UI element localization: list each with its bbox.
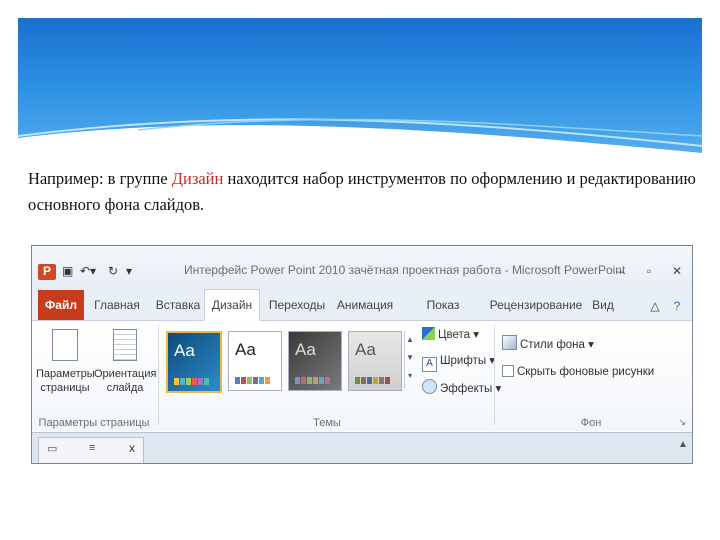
ribbon-tabs: Файл Главная Вставка Дизайн Переходы Ани… <box>32 289 692 342</box>
page-setup-icon <box>52 329 78 361</box>
tab-file[interactable]: Файл <box>38 290 84 320</box>
themes-group-label: Темы <box>313 417 341 429</box>
slide-banner <box>18 18 702 168</box>
collapse-ribbon-icon[interactable]: △ <box>646 298 664 314</box>
banner-swoosh <box>18 118 702 168</box>
tab-view[interactable]: Вид <box>588 290 618 320</box>
effects-label: Эффекты <box>440 383 493 395</box>
close-pane-button[interactable]: x <box>129 441 135 455</box>
customize-toolbar-icon[interactable]: ▾ <box>126 264 132 280</box>
page-setup-label: Параметры страницы <box>36 368 95 394</box>
slide-orientation-button[interactable]: Ориентация слайда <box>94 329 156 395</box>
orientation-icon <box>113 329 137 361</box>
theme-aa-label: Aa <box>355 340 376 359</box>
undo-icon[interactable]: ↶▾ <box>80 264 96 280</box>
slides-tab-icon[interactable]: ▭ <box>47 442 57 455</box>
group-divider <box>158 325 159 425</box>
background-group-label: Фон <box>580 417 602 429</box>
tab-animation[interactable]: Анимация <box>334 290 396 320</box>
theme-swatches <box>235 377 270 384</box>
minimize-icon[interactable]: – <box>612 263 630 279</box>
scroll-up-icon[interactable]: ▲ <box>678 439 688 450</box>
outline-tab-icon[interactable]: ≡ <box>89 442 95 454</box>
tab-insert[interactable]: Вставка <box>150 290 206 320</box>
theme-effects-button[interactable]: Эффекты ▾ <box>422 379 501 395</box>
themes-scroll[interactable]: ▲ ▼ ▾ <box>404 331 415 389</box>
page-setup-button[interactable]: Параметры страницы <box>36 329 95 395</box>
redo-icon[interactable]: ↻ <box>108 264 118 280</box>
fonts-icon: A <box>422 357 437 372</box>
restore-icon[interactable]: ▫ <box>640 263 658 279</box>
theme-thumbnail[interactable]: Aa <box>166 331 222 393</box>
theme-thumbnail[interactable]: Aa <box>288 331 342 391</box>
design-ribbon: Параметры страницы Ориентация слайда Пар… <box>32 321 692 431</box>
hide-graphics-label: Скрыть фоновые рисунки <box>517 366 655 378</box>
fonts-label: Шрифты <box>440 355 487 367</box>
colors-label: Цвета <box>438 329 471 341</box>
theme-aa-label: Aa <box>174 341 195 360</box>
theme-aa-label: Aa <box>295 340 316 359</box>
theme-thumbnail[interactable]: Aa <box>348 331 402 391</box>
theme-swatches <box>295 377 330 384</box>
tab-transitions[interactable]: Переходы <box>266 290 328 320</box>
theme-swatches <box>355 377 390 384</box>
slides-panel-header: ▭ ≡ x <box>38 437 144 463</box>
effects-icon <box>422 379 437 394</box>
orientation-label: Ориентация слайда <box>94 368 157 394</box>
background-styles-button[interactable]: Стили фона ▾ <box>502 335 594 351</box>
tab-home[interactable]: Главная <box>88 290 146 320</box>
theme-swatches <box>174 378 209 385</box>
theme-thumbnail[interactable]: Aa <box>228 331 282 391</box>
title-bar: P ▣ ↶▾ ↻ ▾ Интерфейс Power Point 2010 за… <box>32 246 692 290</box>
group-divider <box>494 325 495 425</box>
theme-colors-button[interactable]: Цвета ▾ <box>422 327 479 341</box>
colors-icon <box>422 327 435 340</box>
help-icon[interactable]: ? <box>668 298 686 314</box>
tab-design[interactable]: Дизайн <box>204 289 260 321</box>
bottom-pane-bar: ▭ ≡ x ▲ <box>32 432 692 463</box>
theme-aa-label: Aa <box>235 340 256 359</box>
dialog-launcher-icon[interactable]: ↘ <box>678 417 686 428</box>
hide-background-graphics-checkbox[interactable]: Скрыть фоновые рисунки <box>502 365 654 378</box>
tab-slideshow[interactable]: Показ слайдов <box>402 290 484 342</box>
powerpoint-logo-icon: P <box>38 264 56 280</box>
tab-review[interactable]: Рецензирование <box>488 290 584 320</box>
background-styles-icon <box>502 335 517 350</box>
background-styles-label: Стили фона <box>520 339 585 351</box>
design-highlight: Дизайн <box>171 169 224 188</box>
checkbox-icon <box>502 365 514 377</box>
theme-fonts-button[interactable]: A Шрифты ▾ <box>422 353 495 372</box>
close-icon[interactable]: ✕ <box>668 263 686 279</box>
text-before: Например: в группе <box>28 169 172 188</box>
window-title: Интерфейс Power Point 2010 зачётная прое… <box>184 263 626 277</box>
save-icon[interactable]: ▣ <box>62 264 73 280</box>
powerpoint-screenshot: P ▣ ↶▾ ↻ ▾ Интерфейс Power Point 2010 за… <box>31 245 693 464</box>
slide-body-text: Например: в группе Дизайн находится набо… <box>28 166 698 218</box>
page-setup-group-label: Параметры страницы <box>38 417 150 429</box>
